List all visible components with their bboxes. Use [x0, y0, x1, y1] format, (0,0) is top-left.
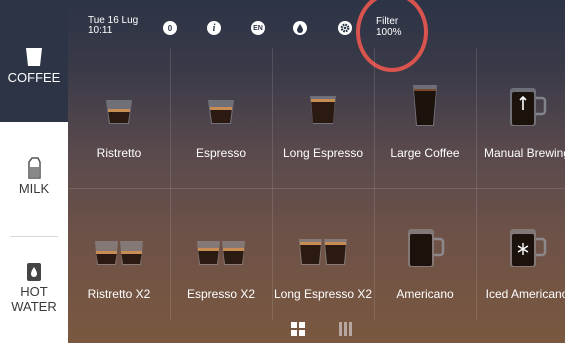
- beverage-label: Ristretto: [96, 146, 142, 160]
- gear-icon: [340, 23, 350, 33]
- beverage-long-espresso[interactable]: Long Espresso: [272, 48, 374, 180]
- milk-carton-icon: [28, 157, 41, 179]
- beverage-label: Espresso X2: [186, 287, 256, 301]
- sidebar-item-coffee[interactable]: COFFEE: [0, 0, 68, 122]
- beverage-label: Espresso: [195, 146, 247, 160]
- single-glass-cup-icon: [106, 100, 132, 124]
- counter-badge[interactable]: 0: [163, 21, 177, 35]
- beverage-ristretto[interactable]: Ristretto: [68, 48, 170, 180]
- beverage-label: Long Espresso: [282, 146, 364, 160]
- sidebar-item-label: HOT WATER: [11, 284, 57, 314]
- status-bar: Tue 16 Lug 10:11 0 i EN Filter 100%: [68, 0, 565, 72]
- sidebar-divider: [10, 236, 58, 237]
- sidebar: COFFEE MILK HOT WATER: [0, 0, 68, 343]
- coffee-cup-icon: [26, 48, 42, 66]
- beverage-label: Iced Americano: [485, 287, 565, 301]
- water-drop-icon: [297, 23, 303, 33]
- date-time: Tue 16 Lug 10:11: [88, 16, 138, 36]
- beverage-label: Long Espresso X2: [273, 287, 373, 301]
- sidebar-item-milk[interactable]: MILK: [0, 157, 68, 217]
- info-button[interactable]: i: [207, 21, 221, 35]
- sidebar-item-hot-water[interactable]: HOT WATER: [0, 262, 68, 332]
- beverage-label: Ristretto X2: [87, 287, 151, 301]
- language-button[interactable]: EN: [251, 21, 265, 35]
- water-hardness-button[interactable]: [293, 21, 307, 35]
- mug-icon: [408, 229, 445, 267]
- beverage-iced-americano[interactable]: Iced Americano: [476, 189, 565, 321]
- sidebar-item-label: COFFEE: [7, 70, 61, 85]
- time: 10:11: [88, 25, 113, 36]
- view-switcher: [68, 318, 565, 343]
- single-glass-cup-icon: [310, 96, 336, 124]
- list-view-icon[interactable]: [338, 322, 352, 336]
- double-glass-cup-icon: [299, 239, 347, 265]
- beverage-long-espresso-x2[interactable]: Long Espresso X2: [272, 189, 374, 321]
- beverage-ristretto-x2[interactable]: Ristretto X2: [68, 189, 170, 321]
- beverage-espresso-x2[interactable]: Espresso X2: [170, 189, 272, 321]
- beverage-americano[interactable]: Americano: [374, 189, 476, 321]
- beverage-manual-brewing[interactable]: Manual Brewing: [476, 48, 565, 180]
- double-glass-cup-icon: [95, 241, 143, 265]
- beverage-espresso[interactable]: Espresso: [170, 48, 272, 180]
- mug-manual-icon: [510, 88, 547, 126]
- beverage-label: Large Coffee: [390, 146, 460, 160]
- grid-view-icon[interactable]: [291, 322, 305, 336]
- beverage-panel: Tue 16 Lug 10:11 0 i EN Filter 100% Rist…: [68, 0, 565, 343]
- beverage-large-coffee[interactable]: Large Coffee: [374, 48, 476, 180]
- sidebar-item-label: MILK: [18, 181, 50, 196]
- mug-ice-icon: [510, 229, 547, 267]
- settings-button[interactable]: [338, 21, 352, 35]
- beverage-label: Americano: [396, 287, 454, 301]
- single-glass-cup-icon: [208, 100, 234, 124]
- beverage-grid: Ristretto Espresso Long Espresso Large C…: [68, 48, 565, 320]
- tall-glass-icon: [413, 85, 437, 126]
- double-glass-cup-icon: [197, 241, 245, 265]
- beverage-label: Manual Brewing: [483, 146, 565, 160]
- water-drop-icon: [27, 263, 41, 281]
